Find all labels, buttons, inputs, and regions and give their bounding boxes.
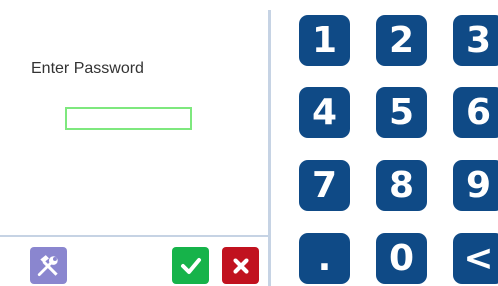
key-6[interactable]: 6	[453, 87, 498, 138]
checkmark-icon	[179, 254, 203, 278]
panel-divider	[268, 10, 271, 286]
key-9[interactable]: 9	[453, 160, 498, 211]
key-backspace[interactable]: <	[453, 233, 498, 284]
key-5[interactable]: 5	[376, 87, 427, 138]
enter-password-label: Enter Password	[31, 60, 144, 77]
key-2[interactable]: 2	[376, 15, 427, 66]
password-panel: Enter Password	[0, 0, 270, 286]
footer-divider	[0, 235, 270, 237]
key-0[interactable]: 0	[376, 233, 427, 284]
key-8[interactable]: 8	[376, 160, 427, 211]
key-3[interactable]: 3	[453, 15, 498, 66]
ok-button[interactable]	[172, 247, 209, 284]
key-decimal[interactable]: .	[299, 233, 350, 284]
tools-icon	[36, 253, 62, 279]
key-1[interactable]: 1	[299, 15, 350, 66]
close-icon	[230, 255, 252, 277]
cancel-button[interactable]	[222, 247, 259, 284]
key-4[interactable]: 4	[299, 87, 350, 138]
password-input[interactable]	[65, 107, 192, 130]
key-7[interactable]: 7	[299, 160, 350, 211]
settings-button[interactable]	[30, 247, 67, 284]
